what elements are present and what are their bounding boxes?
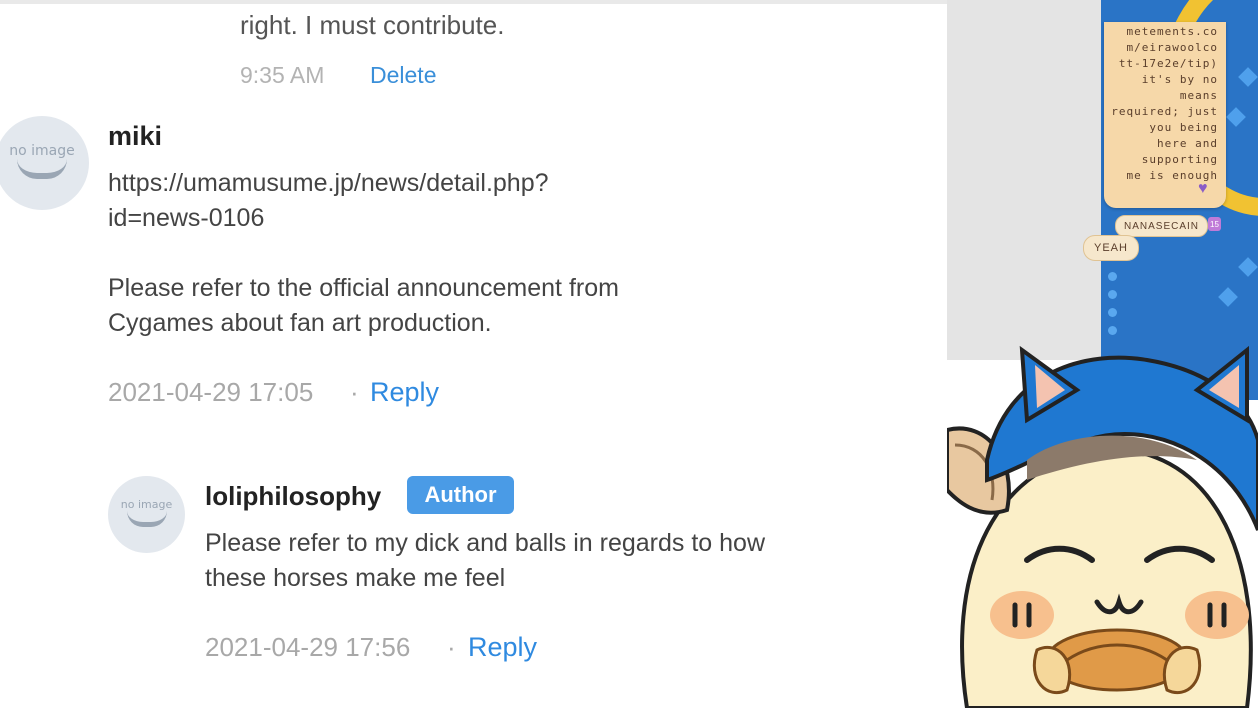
divider bbox=[0, 0, 947, 4]
dot-decoration bbox=[1108, 290, 1117, 299]
heart-icon: ♥ bbox=[1198, 180, 1208, 197]
comment-link[interactable]: https://umamusume.jp/news/detail.php? bbox=[108, 166, 828, 201]
dot-decoration bbox=[1108, 272, 1117, 281]
previous-comment-time: 9:35 AM bbox=[240, 62, 325, 88]
avatar-placeholder-text: no image bbox=[9, 143, 75, 159]
subscriber-badge: 15 bbox=[1208, 217, 1221, 231]
dot-decoration bbox=[1108, 308, 1117, 317]
comment-text-line: Cygames about fan art production. bbox=[108, 309, 492, 337]
avatar[interactable]: no image bbox=[0, 116, 89, 210]
meta-separator: · bbox=[447, 632, 456, 662]
avatar-smile-icon bbox=[17, 159, 67, 179]
comment-text-line: Please refer to the official announcemen… bbox=[108, 274, 619, 302]
chat-reaction: YEAH bbox=[1083, 235, 1139, 261]
reply-date: 2021-04-29 17:56 bbox=[205, 632, 411, 662]
stream-background bbox=[947, 0, 1101, 360]
tile-decoration bbox=[1218, 287, 1238, 307]
meta-separator: · bbox=[350, 377, 359, 407]
comment-body: https://umamusume.jp/news/detail.php? id… bbox=[108, 166, 828, 341]
avatar-smile-icon bbox=[126, 511, 167, 527]
vtuber-avatar-illustration bbox=[947, 345, 1258, 708]
reply-button[interactable]: Reply bbox=[468, 632, 537, 663]
avatar-placeholder-text: no image bbox=[120, 498, 173, 511]
comment-author[interactable]: miki bbox=[108, 121, 162, 152]
tile-decoration bbox=[1238, 257, 1258, 277]
reply-text-line: these horses make me feel bbox=[205, 564, 506, 592]
comment-thread: right. I must contribute. 9:35 AM Delete… bbox=[0, 0, 947, 708]
reply-text-line: Please refer to my dick and balls in reg… bbox=[205, 529, 765, 557]
reply-author[interactable]: loliphilosophy bbox=[205, 481, 381, 512]
previous-comment-text: right. I must contribute. bbox=[240, 10, 505, 40]
chat-message-text: metements.co m/eirawoolco tt-17e2e/tip) … bbox=[1111, 25, 1218, 182]
author-badge: Author bbox=[407, 476, 514, 514]
reply-button[interactable]: Reply bbox=[370, 377, 439, 408]
chat-username: NANASECAIN bbox=[1115, 215, 1209, 237]
comment-link-cont[interactable]: id=news-0106 bbox=[108, 201, 828, 236]
reply-body: Please refer to my dick and balls in reg… bbox=[205, 526, 905, 596]
delete-button[interactable]: Delete bbox=[370, 62, 436, 89]
avatar[interactable]: no image bbox=[108, 476, 185, 553]
comment-date: 2021-04-29 17:05 bbox=[108, 377, 314, 407]
